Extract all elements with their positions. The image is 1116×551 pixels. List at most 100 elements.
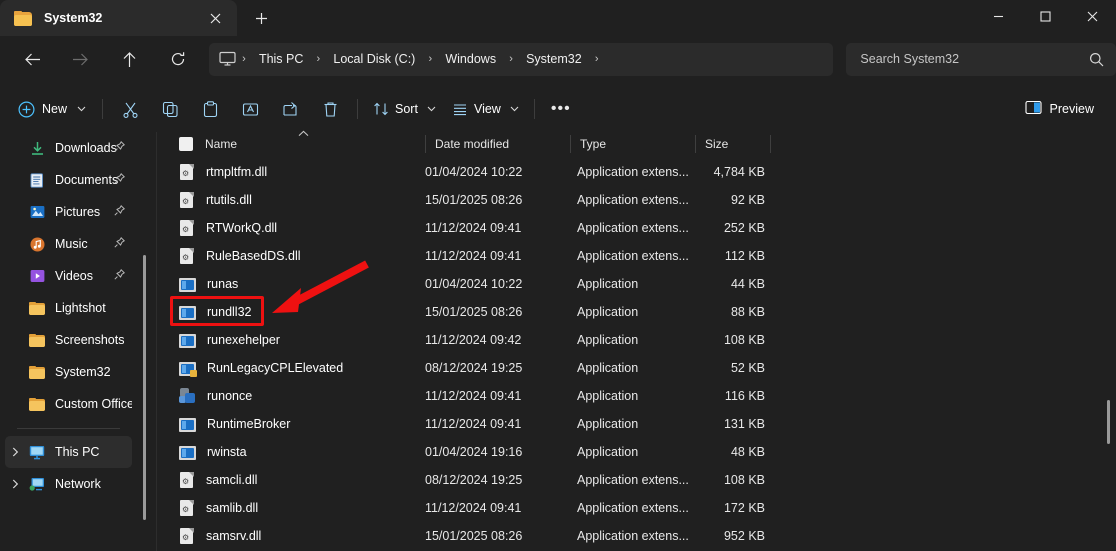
file-list-scrollbar-thumb[interactable] — [1107, 400, 1110, 444]
table-row[interactable]: ⚙ samlib.dll 11/12/2024 09:41 Applicatio… — [157, 494, 1116, 522]
sidebar-item-system32[interactable]: System32 — [5, 356, 132, 388]
sidebar-item-pictures[interactable]: Pictures — [5, 196, 132, 228]
back-arrow-icon[interactable] — [16, 42, 49, 76]
breadcrumb-windows[interactable]: Windows — [438, 48, 503, 70]
table-row[interactable]: RuntimeBroker 11/12/2024 09:41 Applicati… — [157, 410, 1116, 438]
cut-icon[interactable] — [110, 93, 150, 125]
chevron-right-icon[interactable] — [12, 436, 19, 468]
close-button[interactable] — [1069, 0, 1116, 32]
file-name-cell[interactable]: ⚙ RTWorkQ.dll — [179, 214, 277, 242]
refresh-icon[interactable] — [162, 42, 195, 76]
pin-icon[interactable] — [114, 269, 125, 283]
select-all-checkbox[interactable] — [179, 137, 193, 151]
search-box[interactable]: Search System32 — [846, 42, 1116, 76]
sidebar-item-documents[interactable]: Documents — [5, 164, 132, 196]
sidebar-scrollbar-thumb[interactable] — [143, 255, 146, 520]
file-name-cell[interactable]: rundll32 — [179, 298, 251, 326]
file-name-cell[interactable]: ⚙ rtutils.dll — [179, 186, 252, 214]
file-name-cell[interactable]: ⚙ samlib.dll — [179, 494, 258, 522]
sidebar-item-downloads[interactable]: Downloads — [5, 132, 132, 164]
file-name-cell[interactable]: RunLegacyCPLElevated — [179, 354, 343, 382]
sidebar-item-screenshots[interactable]: Screenshots — [5, 324, 132, 356]
file-name-cell[interactable]: runexehelper — [179, 326, 280, 354]
table-row[interactable]: runexehelper 11/12/2024 09:42 Applicatio… — [157, 326, 1116, 354]
forward-arrow-icon[interactable] — [64, 42, 97, 76]
table-row-rundll32[interactable]: rundll32 15/01/2025 08:26 Application 88… — [157, 298, 1116, 326]
sidebar-item-this-pc[interactable]: This PC — [5, 436, 132, 468]
column-header-size[interactable]: Size — [705, 137, 728, 151]
tab-close-icon[interactable] — [201, 5, 229, 31]
pin-icon[interactable] — [114, 205, 125, 219]
table-row[interactable]: rwinsta 01/04/2024 19:16 Application 48 … — [157, 438, 1116, 466]
sort-button[interactable]: Sort — [365, 93, 444, 125]
table-row[interactable]: runonce 11/12/2024 09:41 Application 116… — [157, 382, 1116, 410]
table-row[interactable]: ⚙ samsrv.dll 15/01/2025 08:26 Applicatio… — [157, 522, 1116, 550]
file-name-cell[interactable]: runonce — [179, 382, 252, 410]
preview-pane-label: Preview — [1049, 102, 1094, 116]
maximize-button[interactable] — [1022, 0, 1069, 32]
sidebar-item-network[interactable]: Network — [5, 468, 132, 500]
file-date: 11/12/2024 09:41 — [425, 389, 522, 403]
pin-icon[interactable] — [114, 173, 125, 187]
sidebar-item-music[interactable]: Music — [5, 228, 132, 260]
breadcrumb-system32[interactable]: System32 — [519, 48, 589, 70]
sidebar-item-custom-office-templates[interactable]: Custom Office T — [5, 388, 132, 420]
column-header-name[interactable]: Name — [205, 137, 237, 151]
column-divider[interactable] — [770, 135, 771, 153]
sidebar-item-lightshot[interactable]: Lightshot — [5, 292, 132, 324]
column-header-type[interactable]: Type — [580, 137, 606, 151]
table-row[interactable]: runas 01/04/2024 10:22 Application 44 KB — [157, 270, 1116, 298]
file-name-cell[interactable]: ⚙ rtmpltfm.dll — [179, 158, 267, 186]
file-name-cell[interactable]: ⚙ samcli.dll — [179, 466, 257, 494]
pin-icon[interactable] — [114, 237, 125, 251]
table-row[interactable]: ⚙ RuleBasedDS.dll 11/12/2024 09:41 Appli… — [157, 242, 1116, 270]
file-name-cell[interactable]: ⚙ RuleBasedDS.dll — [179, 242, 301, 270]
column-divider[interactable] — [425, 135, 426, 153]
breadcrumb-this-pc[interactable]: This PC — [252, 48, 310, 70]
file-type: Application — [577, 361, 639, 375]
search-icon[interactable] — [1089, 52, 1104, 67]
application-badge-icon — [179, 361, 197, 377]
dll-file-icon: ⚙ — [179, 219, 195, 237]
column-divider[interactable] — [570, 135, 571, 153]
pin-icon[interactable] — [114, 141, 125, 155]
file-name-cell[interactable]: RuntimeBroker — [179, 410, 290, 438]
file-name-cell[interactable]: ⚙ samsrv.dll — [179, 522, 261, 550]
file-name-cell[interactable]: runas — [179, 270, 238, 298]
this-pc-icon[interactable] — [219, 51, 236, 67]
sidebar-item-label: This PC — [55, 445, 100, 459]
column-divider[interactable] — [695, 135, 696, 153]
delete-icon[interactable] — [310, 93, 350, 125]
application-icon — [179, 277, 196, 292]
new-tab-button[interactable] — [244, 3, 278, 33]
address-bar[interactable]: › This PC › Local Disk (C:) › Windows › … — [208, 42, 834, 76]
application-icon — [179, 333, 196, 348]
share-icon[interactable] — [270, 93, 310, 125]
table-row[interactable]: ⚙ samcli.dll 08/12/2024 19:25 Applicatio… — [157, 466, 1116, 494]
chevron-right-icon[interactable] — [12, 468, 19, 500]
file-name: RTWorkQ.dll — [206, 221, 278, 235]
up-arrow-icon[interactable] — [113, 42, 146, 76]
file-date: 11/12/2024 09:41 — [425, 417, 522, 431]
table-row[interactable]: ⚙ RTWorkQ.dll 11/12/2024 09:41 Applicati… — [157, 214, 1116, 242]
sidebar-divider — [17, 428, 120, 429]
minimize-button[interactable] — [975, 0, 1022, 32]
rename-icon[interactable] — [230, 93, 270, 125]
sidebar-item-videos[interactable]: Videos — [5, 260, 132, 292]
tab-system32[interactable]: System32 — [0, 0, 237, 36]
breadcrumb-local-disk[interactable]: Local Disk (C:) — [326, 48, 422, 70]
view-button[interactable]: View — [444, 93, 527, 125]
more-options-button[interactable]: ••• — [542, 93, 580, 125]
paste-icon[interactable] — [190, 93, 230, 125]
copy-icon[interactable] — [150, 93, 190, 125]
table-row[interactable]: ⚙ rtutils.dll 15/01/2025 08:26 Applicati… — [157, 186, 1116, 214]
preview-pane-button[interactable]: Preview — [1017, 93, 1102, 125]
breadcrumb-separator: › — [509, 53, 513, 65]
table-row[interactable]: RunLegacyCPLElevated 08/12/2024 19:25 Ap… — [157, 354, 1116, 382]
new-button[interactable]: New — [10, 93, 95, 125]
file-name-cell[interactable]: rwinsta — [179, 438, 247, 466]
file-name: runonce — [207, 389, 253, 403]
search-input[interactable]: Search System32 — [860, 52, 1089, 66]
column-header-date-modified[interactable]: Date modified — [435, 137, 509, 151]
table-row[interactable]: ⚙ rtmpltfm.dll 01/04/2024 10:22 Applicat… — [157, 158, 1116, 186]
